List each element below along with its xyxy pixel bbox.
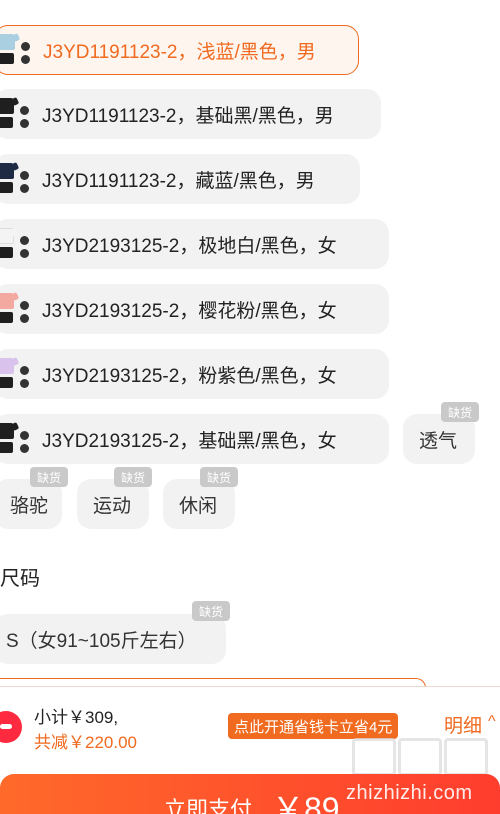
subtotal-text: 小计￥309, — [34, 708, 119, 727]
out-of-stock-badge: 缺货 — [441, 402, 479, 422]
watermark-text: zhizhizhi.com — [346, 782, 473, 804]
size-label: S（女91~105斤左右） — [6, 630, 197, 652]
variant-label: J3YD2193125-2，极地白/黑色，女 — [42, 235, 337, 257]
out-of-stock-badge: 缺货 — [114, 467, 152, 487]
product-thumbnail — [0, 352, 34, 396]
shirt-swatch — [0, 163, 14, 179]
variant-chip-black-female[interactable]: J3YD2193125-2，基础黑/黑色，女 — [0, 414, 389, 464]
watermark-logo — [352, 738, 488, 776]
out-of-stock-badge: 缺货 — [192, 601, 230, 621]
variant-label: J3YD2193125-2，基础黑/黑色，女 — [42, 430, 337, 452]
product-thumbnail — [0, 222, 34, 266]
tag-label: 休闲 — [179, 495, 218, 517]
tag-label: 运动 — [93, 495, 132, 517]
out-of-stock-badge: 缺货 — [30, 467, 68, 487]
discount-icon — [0, 711, 22, 743]
variant-label: J3YD1191123-2，基础黑/黑色，男 — [42, 105, 334, 127]
variant-chip-light-blue-male[interactable]: J3YD1191123-2，浅蓝/黑色，男 — [0, 25, 359, 75]
variant-chip-navy-male[interactable]: J3YD1191123-2，藏蓝/黑色，男 — [0, 154, 360, 204]
shirt-swatch — [0, 293, 14, 309]
product-thumbnail — [0, 92, 34, 136]
saved-amount-text: 共减￥220.00 — [34, 733, 137, 752]
chevron-up-icon[interactable]: ^ — [488, 713, 496, 731]
detail-link[interactable]: 明细 — [444, 711, 482, 738]
out-of-stock-badge: 缺货 — [200, 467, 238, 487]
savings-card-promo-button[interactable]: 点此开通省钱卡立省4元 — [228, 713, 399, 739]
variant-chip-black-male[interactable]: J3YD1191123-2，基础黑/黑色，男 — [0, 89, 381, 139]
pay-amount: ￥89 — [272, 791, 340, 814]
variant-chip-pink-female[interactable]: J3YD2193125-2，樱花粉/黑色，女 — [0, 284, 389, 334]
variant-label: J3YD1191123-2，浅蓝/黑色，男 — [43, 41, 316, 63]
shirt-swatch — [0, 358, 14, 374]
size-section-title: 尺码 — [0, 568, 40, 590]
shirt-swatch — [0, 228, 14, 244]
tag-label: 骆驼 — [10, 495, 49, 517]
variant-label: J3YD1191123-2，藏蓝/黑色，男 — [42, 170, 315, 192]
shirt-swatch — [0, 34, 15, 50]
variant-label: J3YD2193125-2，粉紫色/黑色，女 — [42, 365, 337, 387]
product-thumbnail — [0, 417, 34, 461]
size-option-s[interactable]: S（女91~105斤左右） — [0, 614, 226, 664]
pay-label: 立即支付 — [164, 797, 253, 814]
product-thumbnail — [0, 287, 34, 331]
product-thumbnail — [0, 28, 35, 72]
tag-label: 透气 — [419, 430, 458, 452]
variant-chip-lilac-female[interactable]: J3YD2193125-2，粉紫色/黑色，女 — [0, 349, 389, 399]
product-thumbnail — [0, 157, 34, 201]
shirt-swatch — [0, 423, 14, 439]
variant-chip-white-female[interactable]: J3YD2193125-2，极地白/黑色，女 — [0, 219, 389, 269]
variant-label: J3YD2193125-2，樱花粉/黑色，女 — [42, 300, 337, 322]
shirt-swatch — [0, 98, 14, 114]
